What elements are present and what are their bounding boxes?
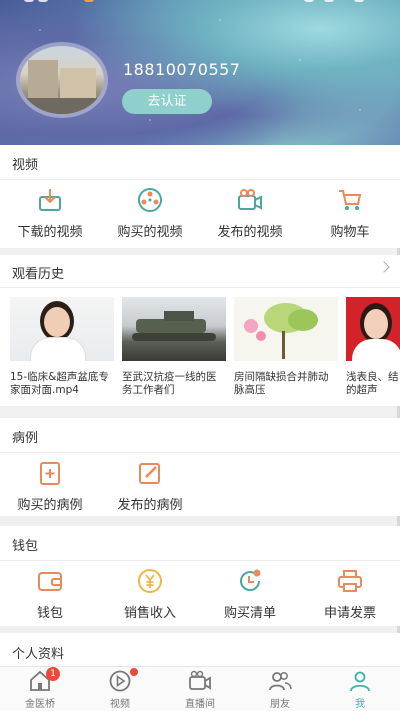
history-item[interactable]: 至武汉抗疫一线的医务工作者们 xyxy=(122,297,226,399)
purchased-cases-item[interactable]: 购买的病例 xyxy=(0,460,100,513)
published-cases-item[interactable]: 发布的病例 xyxy=(100,460,200,513)
clock-list-icon xyxy=(237,568,263,594)
medical-file-icon xyxy=(37,460,63,486)
camera-icon xyxy=(188,670,212,692)
purchase-list-item[interactable]: 购买清单 xyxy=(200,568,300,621)
avatar[interactable] xyxy=(16,42,108,118)
published-videos-item[interactable]: 发布的视频 xyxy=(200,187,300,240)
status-bar xyxy=(24,0,384,4)
section-title: 病例 xyxy=(12,431,39,446)
video-camera-icon xyxy=(237,187,263,213)
tab-home[interactable]: 1 金医桥 xyxy=(0,667,80,710)
download-box-icon xyxy=(37,187,63,213)
video-thumbnail xyxy=(122,297,226,361)
sales-income-item[interactable]: 销售收入 xyxy=(100,568,200,621)
wallet-icon xyxy=(37,568,63,594)
person-icon xyxy=(348,670,372,692)
section-title: 钱包 xyxy=(12,539,39,554)
video-thumbnail xyxy=(346,297,400,361)
tab-friends[interactable]: 朋友 xyxy=(240,670,320,710)
bottom-tab-bar: 1 金医桥 视频 直播间 朋友 我 xyxy=(0,666,400,711)
yuan-coin-icon xyxy=(137,568,163,594)
wallet-item[interactable]: 钱包 xyxy=(0,568,100,621)
verify-button[interactable]: 去认证 xyxy=(122,89,212,114)
edit-icon xyxy=(137,460,163,486)
request-invoice-item[interactable]: 申请发票 xyxy=(300,568,400,621)
history-item[interactable]: 房间隔缺损合并肺动脉高压 xyxy=(234,297,338,399)
history-item[interactable]: 浅表良、结的超声 xyxy=(346,297,400,399)
tab-me[interactable]: 我 xyxy=(320,670,400,710)
notification-badge: 1 xyxy=(46,667,60,681)
notification-dot xyxy=(130,668,138,676)
profile-header: 18810070557 去认证 xyxy=(0,0,400,145)
home-icon: 1 xyxy=(28,667,60,692)
film-reel-icon xyxy=(137,187,163,213)
section-title: 个人资料 xyxy=(12,647,65,662)
shopping-cart-icon xyxy=(337,187,363,213)
printer-icon xyxy=(337,568,363,594)
profile-section[interactable]: 个人资料 xyxy=(0,633,400,666)
play-circle-icon xyxy=(108,668,138,692)
section-title: 观看历史 xyxy=(12,267,65,282)
shopping-cart-item[interactable]: 购物车 xyxy=(300,187,400,240)
tab-live[interactable]: 直播间 xyxy=(160,670,240,710)
tab-video[interactable]: 视频 xyxy=(80,668,160,710)
purchased-videos-item[interactable]: 购买的视频 xyxy=(100,187,200,240)
friends-icon xyxy=(268,670,292,692)
user-phone: 18810070557 xyxy=(123,60,241,79)
video-thumbnail xyxy=(10,297,114,361)
downloaded-videos-item[interactable]: 下载的视频 xyxy=(0,187,100,240)
history-item[interactable]: 15-临床&超声盆底专家面对面.mp4 xyxy=(10,297,114,399)
avatar-photo xyxy=(20,46,104,114)
section-title: 视频 xyxy=(12,158,39,173)
video-thumbnail xyxy=(234,297,338,361)
